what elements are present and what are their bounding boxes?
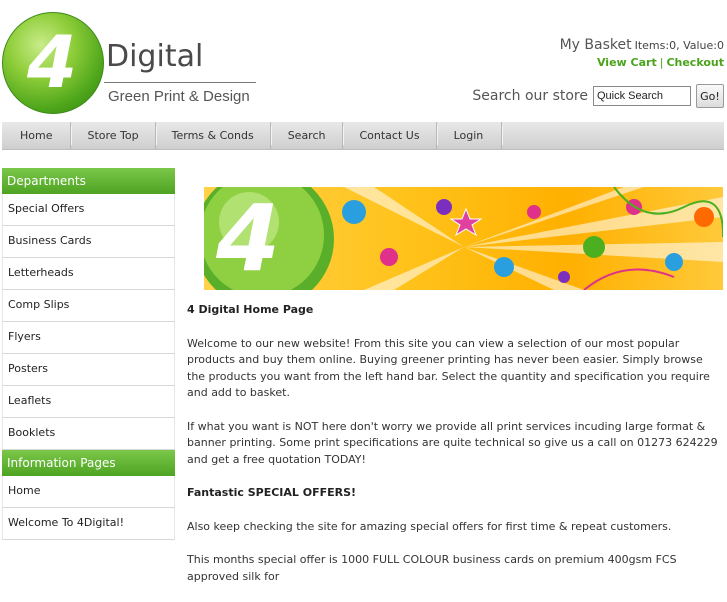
nav-contact-us[interactable]: Contact Us (343, 122, 438, 149)
site-header: 4 Digital Green Print & Design My Basket… (0, 0, 727, 122)
sidebar: Departments Special Offers Business Card… (2, 168, 175, 540)
logo-name: Digital (106, 39, 204, 74)
logo-mark: 4 (26, 20, 78, 104)
sidebar-item-flyers[interactable]: Flyers (2, 322, 175, 354)
banner-artwork (204, 187, 723, 290)
nav-store-top[interactable]: Store Top (71, 122, 157, 149)
offers-paragraph: Also keep checking the site for amazing … (187, 519, 672, 533)
sidebar-item-comp-slips[interactable]: Comp Slips (2, 290, 175, 322)
page-title: 4 Digital Home Page (187, 303, 314, 316)
basket-separator: | (659, 56, 664, 69)
offers-heading: Fantastic SPECIAL OFFERS! (187, 486, 357, 499)
main-content: 4 Digital Home Page Welcome to our new w… (187, 302, 723, 602)
information-heading: Information Pages (2, 450, 175, 476)
sidebar-item-posters[interactable]: Posters (2, 354, 175, 386)
sidebar-item-letterheads[interactable]: Letterheads (2, 258, 175, 290)
nav-terms[interactable]: Terms & Conds (156, 122, 272, 149)
sidebar-item-leaflets[interactable]: Leaflets (2, 386, 175, 418)
nav-login[interactable]: Login (437, 122, 503, 149)
site-logo[interactable]: 4 Digital Green Print & Design (2, 12, 260, 116)
sidebar-item-special-offers[interactable]: Special Offers (2, 194, 175, 226)
nav-home[interactable]: Home (2, 122, 73, 149)
basket-stats: Items:0, Value:0 (634, 39, 724, 52)
monthly-offer-paragraph: This months special offer is 1000 FULL C… (187, 553, 677, 583)
basket-panel: My Basket Items:0, Value:0 View Cart | Chec… (560, 36, 724, 71)
search-label: Search our store (472, 88, 588, 104)
view-cart-link[interactable]: View Cart (597, 56, 657, 69)
sidebar-item-home[interactable]: Home (2, 476, 175, 508)
basket-title: My Basket (559, 37, 632, 53)
sidebar-item-welcome[interactable]: Welcome To 4Digital! (2, 508, 175, 540)
search-input[interactable] (593, 86, 691, 106)
departments-heading: Departments (2, 168, 175, 194)
search-go-button[interactable]: Go! (696, 84, 724, 108)
banner-mark: 4 (216, 187, 281, 290)
logo-divider (104, 82, 256, 83)
sidebar-item-business-cards[interactable]: Business Cards (2, 226, 175, 258)
logo-tagline: Green Print & Design (108, 88, 250, 105)
services-paragraph: If what you want is NOT here don't worry… (187, 419, 718, 466)
main-nav: Home Store Top Terms & Conds Search Cont… (2, 122, 724, 150)
store-search: Search our store Go! (472, 84, 724, 108)
sidebar-item-booklets[interactable]: Booklets (2, 418, 175, 450)
intro-paragraph: Welcome to our new website! From this si… (187, 336, 710, 400)
nav-search[interactable]: Search (271, 122, 345, 149)
home-banner: 4 (204, 187, 723, 290)
checkout-link[interactable]: Checkout (666, 56, 724, 69)
